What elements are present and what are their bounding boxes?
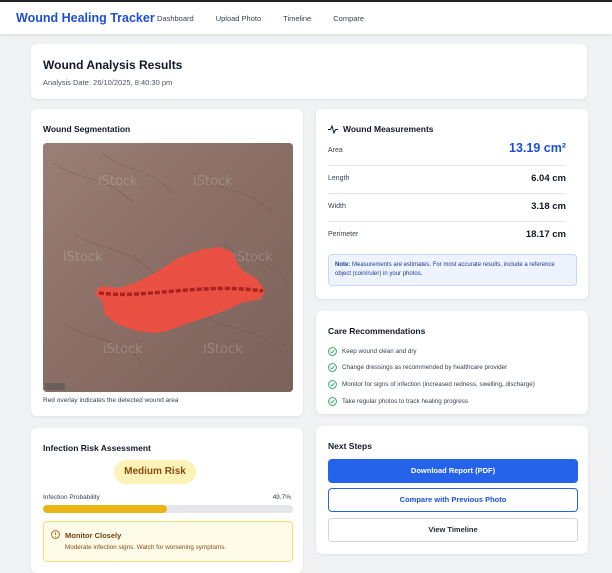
measurements-header: Wound Measurements bbox=[328, 124, 434, 134]
wound-segmentation-image: iStock iStock iStock iStock iStock iStoc… bbox=[43, 143, 293, 392]
info-icon bbox=[51, 530, 60, 539]
measurement-label: Width bbox=[328, 203, 346, 210]
results-header-card: Wound Analysis Results Analysis Date: 26… bbox=[31, 44, 587, 99]
watermark-text: iStock bbox=[98, 174, 138, 189]
measurement-label: Perimeter bbox=[328, 231, 359, 238]
measurement-row-area: Area 13.19 cm² bbox=[328, 138, 566, 166]
care-item: Monitor for signs of infection (increase… bbox=[328, 376, 535, 393]
segmentation-card: Wound Segmentation iStock iStock iStock … bbox=[31, 109, 303, 416]
alert-text: Moderate infection signs. Watch for wors… bbox=[65, 544, 227, 551]
monitor-alert: Monitor Closely Moderate infection signs… bbox=[43, 521, 293, 562]
segmentation-title: Wound Segmentation bbox=[43, 124, 131, 134]
measurement-row-width: Width 3.18 cm bbox=[328, 194, 566, 222]
check-circle-icon bbox=[328, 396, 337, 406]
measurement-value: 6.04 cm bbox=[531, 173, 566, 184]
probability-label: Infection Probability bbox=[43, 494, 100, 501]
nav-compare[interactable]: Compare bbox=[333, 14, 364, 23]
app-title[interactable]: Wound Healing Tracker bbox=[16, 11, 155, 25]
care-item-text: Change dressings as recommended by healt… bbox=[342, 364, 508, 372]
care-item-text: Monitor for signs of infection (increase… bbox=[342, 380, 535, 388]
infection-title: Infection Risk Assessment bbox=[43, 443, 151, 453]
note-label: Note: bbox=[335, 262, 351, 268]
measurement-value: 3.18 cm bbox=[531, 201, 566, 212]
nav-dashboard[interactable]: Dashboard bbox=[157, 14, 194, 23]
care-item-text: Keep wound clean and dry bbox=[342, 347, 417, 355]
watermark-text: iStock bbox=[233, 250, 273, 265]
probability-bar bbox=[43, 505, 293, 513]
measurement-value: 18.17 cm bbox=[525, 229, 566, 240]
measurement-row-perimeter: Perimeter 18.17 cm bbox=[328, 222, 566, 250]
measurement-label: Area bbox=[328, 147, 343, 154]
check-circle-icon bbox=[328, 363, 337, 373]
care-title: Care Recommendations bbox=[328, 326, 426, 336]
check-circle-icon bbox=[328, 346, 337, 356]
view-timeline-button[interactable]: View Timeline bbox=[328, 518, 578, 542]
care-item-text: Take regular photos to track healing pro… bbox=[342, 397, 469, 405]
next-steps-title: Next Steps bbox=[328, 441, 372, 451]
download-report-button[interactable]: Download Report (PDF) bbox=[328, 459, 578, 483]
care-item: Change dressings as recommended by healt… bbox=[328, 360, 535, 377]
main-nav: Dashboard Upload Photo Timeline Compare bbox=[157, 14, 364, 23]
page-title: Wound Analysis Results bbox=[43, 58, 183, 72]
watermark-text: iStock bbox=[63, 250, 103, 265]
measurement-row-length: Length 6.04 cm bbox=[328, 166, 566, 194]
care-item: Keep wound clean and dry bbox=[328, 343, 535, 360]
measurement-value: 13.19 cm² bbox=[509, 141, 566, 155]
next-steps-card: Next Steps Download Report (PDF) Compare… bbox=[316, 426, 588, 554]
care-card: Care Recommendations Keep wound clean an… bbox=[316, 311, 588, 414]
segmentation-caption: Red overlay indicates the detected wound… bbox=[43, 397, 179, 404]
measurement-label: Length bbox=[328, 175, 350, 182]
probability-bar-fill bbox=[43, 505, 168, 513]
watermark-text: iStock bbox=[103, 342, 143, 357]
measurement-note: Note: Measurements are estimates. For mo… bbox=[328, 254, 577, 286]
measurements-title: Wound Measurements bbox=[343, 124, 434, 134]
activity-icon bbox=[328, 124, 338, 134]
nav-upload-photo[interactable]: Upload Photo bbox=[216, 14, 261, 23]
measurements-card: Wound Measurements Area 13.19 cm² Length… bbox=[316, 109, 588, 299]
watermark-text: iStock bbox=[193, 174, 233, 189]
analysis-date: Analysis Date: 26/10/2025, 8:40:30 pm bbox=[43, 78, 173, 87]
care-list: Keep wound clean and dry Change dressing… bbox=[328, 343, 535, 409]
alert-title: Monitor Closely bbox=[65, 531, 122, 540]
risk-level-badge: Medium Risk bbox=[114, 460, 196, 484]
note-text: Measurements are estimates. For most acc… bbox=[335, 262, 555, 277]
compare-photo-button[interactable]: Compare with Previous Photo bbox=[328, 488, 578, 512]
infection-risk-card: Infection Risk Assessment Medium Risk In… bbox=[31, 428, 303, 573]
nav-timeline[interactable]: Timeline bbox=[283, 14, 311, 23]
probability-value: 49.7% bbox=[272, 494, 291, 501]
top-navbar: Wound Healing Tracker Dashboard Upload P… bbox=[0, 0, 612, 34]
care-item: Take regular photos to track healing pro… bbox=[328, 393, 535, 410]
check-circle-icon bbox=[328, 380, 337, 389]
watermark-text: iStock bbox=[203, 342, 243, 357]
